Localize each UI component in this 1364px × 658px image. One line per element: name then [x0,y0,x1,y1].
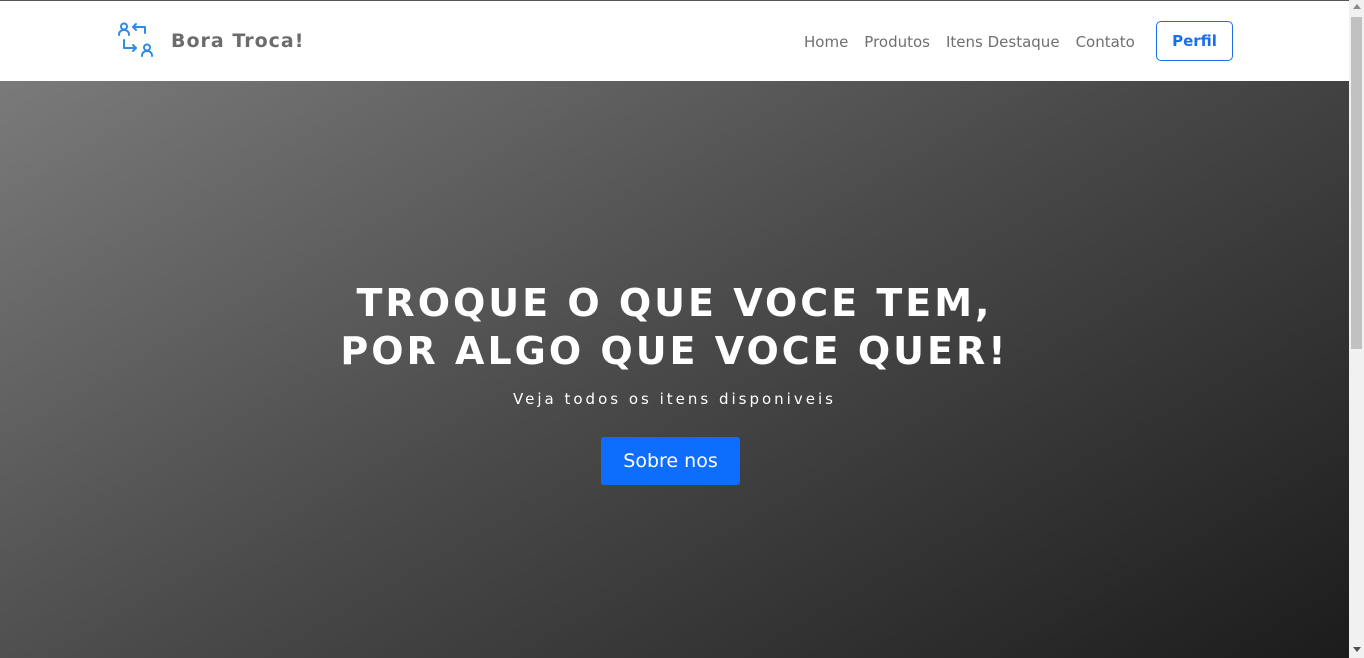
about-us-button[interactable]: Sobre nos [601,437,740,485]
nav-link-home[interactable]: Home [796,33,856,51]
hero-subtitle: Veja todos os itens disponiveis [513,390,836,408]
hero-section: TROQUE O QUE VOCE TEM, POR ALGO QUE VOCE… [0,81,1349,658]
nav-link-itens-destaque[interactable]: Itens Destaque [938,33,1068,51]
hero-title: TROQUE O QUE VOCE TEM, POR ALGO QUE VOCE… [0,279,1349,375]
nav-link-contato[interactable]: Contato [1068,33,1143,51]
brand-name: Bora Troca! [171,30,305,52]
vertical-scrollbar[interactable] [1349,0,1364,658]
hero-title-line-2: POR ALGO QUE VOCE QUER! [340,329,1009,373]
navbar: Bora Troca! Home Produtos Itens Destaque… [0,1,1349,81]
scrollbar-thumb[interactable] [1351,17,1362,349]
scroll-down-arrow-icon[interactable] [1353,647,1361,652]
profile-button[interactable]: Perfil [1156,21,1233,61]
hero-title-line-1: TROQUE O QUE VOCE TEM, [356,281,993,325]
nav-link-produtos[interactable]: Produtos [856,33,938,51]
page: Bora Troca! Home Produtos Itens Destaque… [0,0,1364,658]
person-exchange-icon [116,21,156,61]
main-nav: Home Produtos Itens Destaque Contato [796,29,1143,55]
brand-link[interactable]: Bora Troca! [116,21,304,61]
scroll-up-arrow-icon[interactable] [1353,4,1361,9]
